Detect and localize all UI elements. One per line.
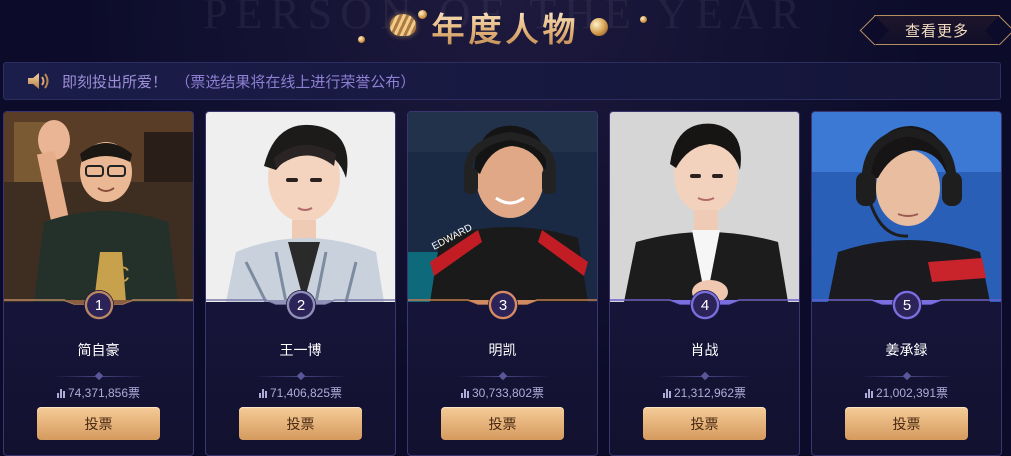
candidate-card[interactable]: RC 1 简自豪 74,371,856票 投票 [3,111,194,456]
notice-text: 即刻投出所爱！ [62,73,168,91]
candidate-name: 姜承録 [885,342,928,358]
bar-chart-icon [662,388,671,398]
candidate-name: 明凯 [488,342,517,358]
candidate-card[interactable]: 2 王一博 71,406,825票 投票 [205,111,396,456]
vote-count: 30,733,802票 [408,384,597,401]
rank-badge: 3 [488,290,518,320]
vote-count: 21,312,962票 [610,384,799,401]
vote-button[interactable]: 投票 [37,407,160,440]
notice-bar: 即刻投出所爱！ （票选结果将在线上进行荣誉公布） [3,62,1001,100]
candidate-photo: RC [4,112,193,302]
candidate-name: 肖战 [690,342,719,358]
header: PERSON OF THE YEAR 年度人物 查看更多 [0,0,1011,58]
orb-ornament-icon [590,18,608,36]
candidate-card[interactable]: EDWARD 3 明凯 30,733,802票 投票 [407,111,598,456]
view-more-button[interactable]: 查看更多 [874,15,1000,45]
divider [658,376,752,377]
vote-button[interactable]: 投票 [643,407,766,440]
candidate-photo [610,112,799,302]
orb-ornament-icon [640,16,647,23]
rank-badge: 1 [84,290,114,320]
vote-button[interactable]: 投票 [845,407,968,440]
candidate-photo [812,112,1001,302]
divider [860,376,954,377]
speaker-icon [26,71,54,91]
notice-subtext: （票选结果将在线上进行荣誉公布） [175,73,416,91]
candidate-photo: EDWARD [408,112,597,302]
candidate-name: 王一博 [279,342,322,358]
title-container: 年度人物 [350,4,661,50]
bar-chart-icon [864,388,873,398]
bar-chart-icon [56,388,65,398]
candidate-card[interactable]: 5 姜承録 21,002,391票 投票 [811,111,1002,456]
candidate-list: RC 1 简自豪 74,371,856票 投票 2 王一博 71,406,825… [3,111,1002,456]
vote-button[interactable]: 投票 [239,407,362,440]
vote-count: 74,371,856票 [4,384,193,401]
vote-button[interactable]: 投票 [441,407,564,440]
divider [52,376,146,377]
svg-text:RC: RC [98,262,130,287]
rank-badge: 5 [892,290,922,320]
candidate-photo [206,112,395,302]
candidate-card[interactable]: 4 肖战 21,312,962票 投票 [609,111,800,456]
candidate-name: 简自豪 [77,342,120,358]
bar-chart-icon [460,388,469,398]
page-title: 年度人物 [432,3,580,51]
vote-count: 21,002,391票 [812,384,1001,401]
divider [456,376,550,377]
bar-chart-icon [258,388,267,398]
divider [254,376,348,377]
vote-count: 71,406,825票 [206,384,395,401]
rank-badge: 2 [286,290,316,320]
rank-badge: 4 [690,290,720,320]
